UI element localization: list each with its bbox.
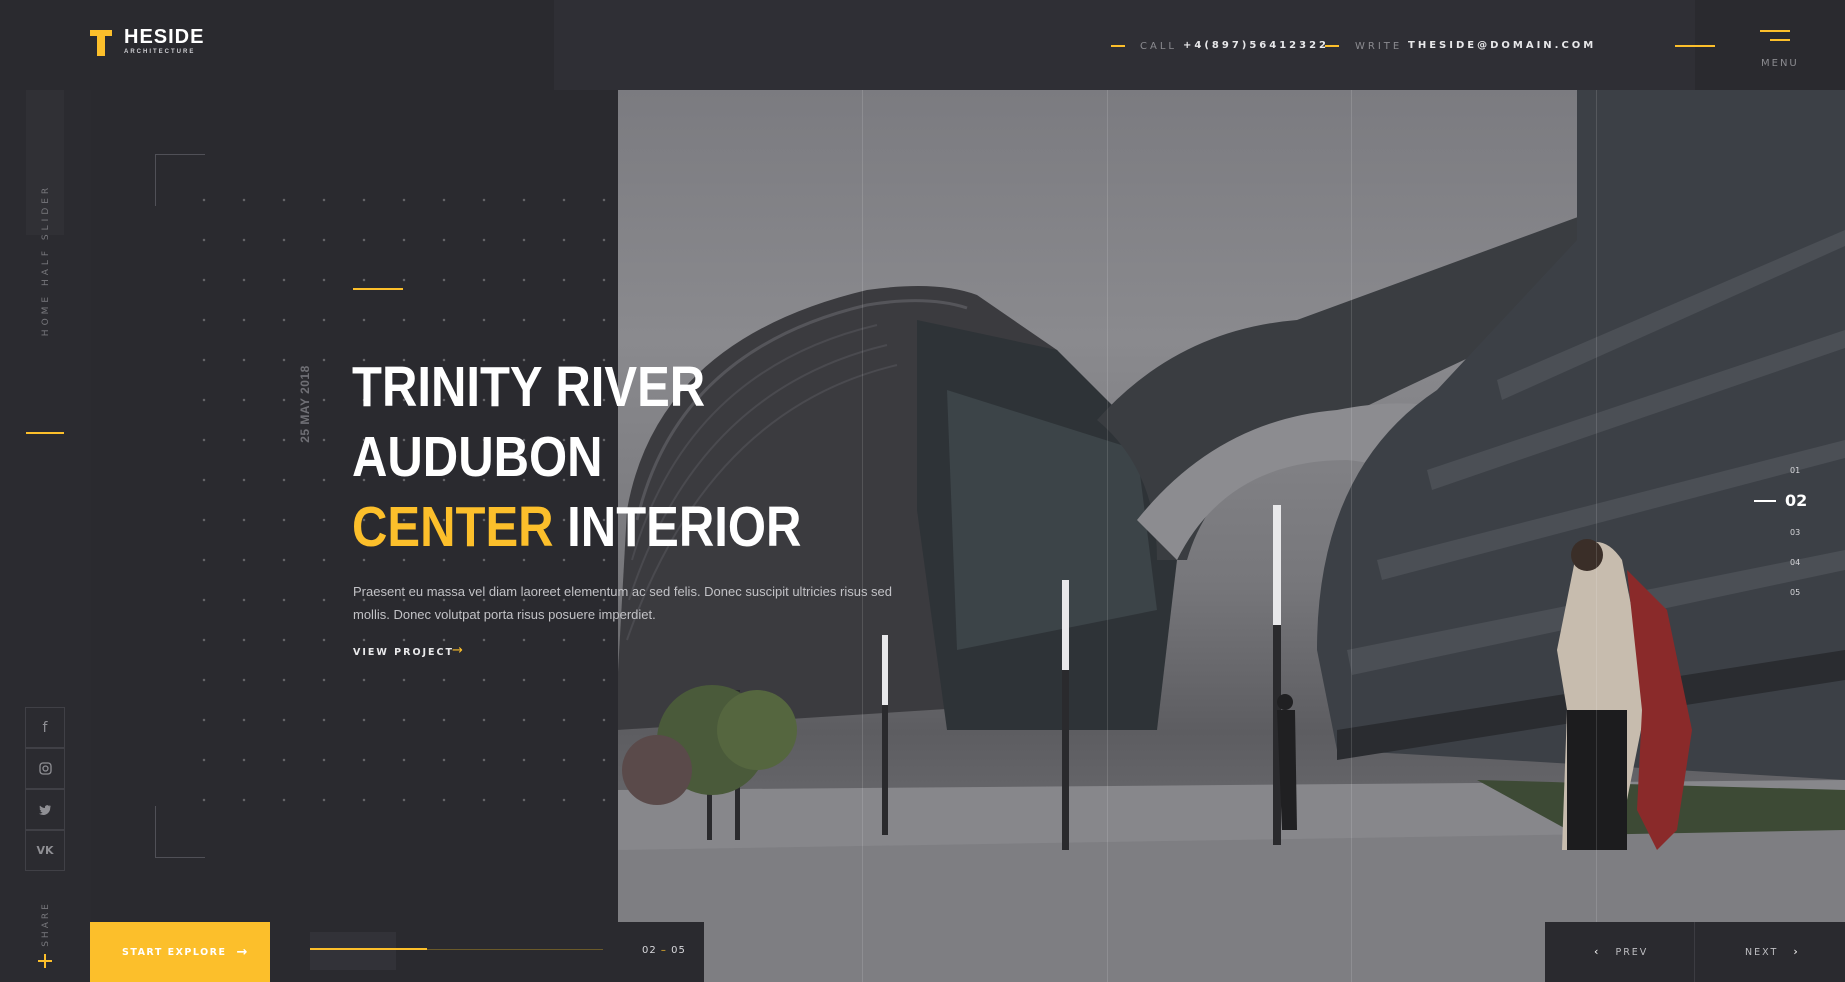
next-button[interactable]: NEXT › [1745, 945, 1800, 958]
grid-line [1351, 90, 1352, 982]
instagram-icon[interactable] [25, 748, 65, 789]
brand-subtitle: ARCHITECTURE [124, 49, 196, 55]
slide-number[interactable]: 04 [1790, 558, 1800, 567]
project-date: 25 MAY 2018 [298, 365, 312, 443]
project-description: Praesent eu massa vel diam laoreet eleme… [353, 584, 893, 622]
prev-label: PREV [1615, 947, 1649, 958]
start-explore-label: START EXPLORE [122, 946, 227, 958]
nav-divider [1694, 922, 1695, 982]
slide-number-active[interactable]: 02 [1785, 491, 1807, 510]
call-phone-link[interactable]: +4(897)56412322 [1183, 40, 1329, 51]
grid-line [1596, 90, 1597, 982]
share-label: SHARE [41, 901, 51, 947]
slide-number[interactable]: 01 [1790, 466, 1800, 475]
arrow-right-icon: → [236, 944, 248, 960]
nav-panel [1545, 922, 1845, 982]
current-page: 02 [642, 945, 657, 956]
progress-shade [310, 932, 396, 970]
dash-icon [1111, 45, 1125, 47]
grid-line [1107, 90, 1108, 982]
project-title: TRINITY RIVER AUDUBON CENTER INTERIOR [352, 352, 801, 562]
title-line: AUDUBON [352, 425, 603, 489]
total-pages: 05 [671, 945, 686, 956]
slider-progress-fill [310, 948, 427, 950]
page-counter: 02 – 05 [642, 945, 686, 956]
next-label: NEXT [1745, 947, 1779, 958]
facebook-icon[interactable]: f [25, 707, 65, 748]
twitter-icon[interactable] [25, 789, 65, 830]
title-accent-word: CENTER [352, 495, 554, 559]
view-project-link[interactable]: VIEW PROJECT [353, 647, 454, 658]
prev-button[interactable]: ‹ PREV [1594, 945, 1648, 958]
write-email-link[interactable]: THESIDE@DOMAIN.COM [1408, 40, 1596, 51]
rail-dash [26, 432, 64, 434]
chevron-right-icon: › [1793, 945, 1800, 958]
title-line: CENTER INTERIOR [352, 492, 801, 562]
title-word: INTERIOR [567, 495, 802, 559]
title-line: TRINITY RIVER [352, 355, 706, 419]
top-bar-menu-area [1695, 0, 1845, 90]
share-plus-icon[interactable] [38, 954, 52, 968]
corner-bracket [155, 154, 205, 206]
write-label: WRITE [1355, 41, 1403, 52]
menu-dash [1675, 45, 1715, 47]
chevron-left-icon: ‹ [1594, 945, 1601, 958]
menu-label[interactable]: MENU [1761, 58, 1799, 69]
page-vertical-label: HOME HALF SLIDER [41, 183, 51, 337]
arrow-right-icon[interactable]: → [452, 643, 463, 658]
dash-icon: – [660, 945, 667, 956]
slide-number[interactable]: 03 [1790, 528, 1800, 537]
corner-bracket [155, 806, 205, 858]
start-explore-button[interactable]: START EXPLORE → [90, 922, 270, 982]
vk-icon[interactable]: VK [25, 830, 65, 871]
active-slide-line [1754, 500, 1776, 502]
top-bar-logo-area [0, 0, 554, 90]
grid-line [862, 90, 863, 982]
dash-icon [1325, 45, 1339, 47]
brand-name[interactable]: HESIDE [124, 26, 204, 49]
accent-line [353, 288, 403, 290]
logo-icon[interactable] [90, 30, 112, 56]
slide-number[interactable]: 05 [1790, 588, 1800, 597]
call-label: CALL [1140, 41, 1177, 52]
hamburger-menu-icon[interactable] [1760, 30, 1790, 44]
